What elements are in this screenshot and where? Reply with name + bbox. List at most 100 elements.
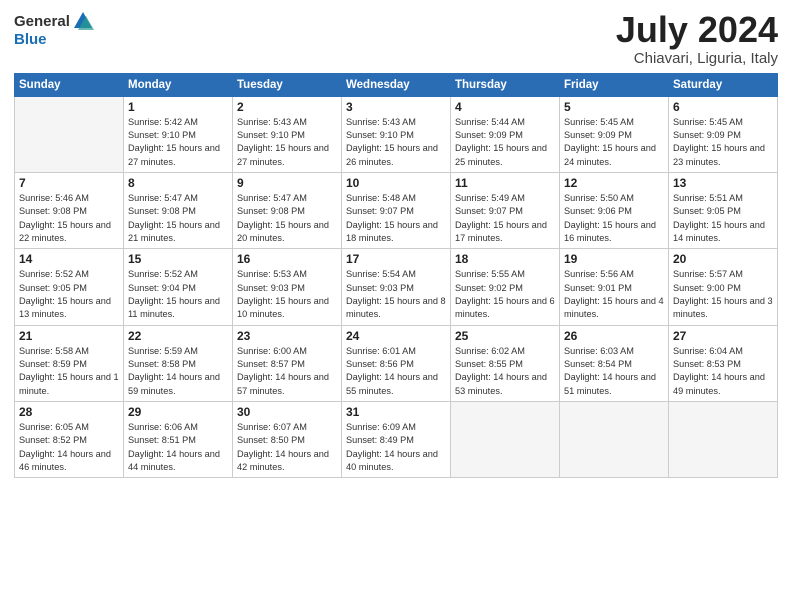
table-row: 8Sunrise: 5:47 AMSunset: 9:08 PMDaylight… (124, 172, 233, 248)
day-number: 13 (673, 176, 773, 190)
day-info: Sunrise: 5:53 AMSunset: 9:03 PMDaylight:… (237, 268, 337, 321)
day-number: 10 (346, 176, 446, 190)
day-info: Sunrise: 6:09 AMSunset: 8:49 PMDaylight:… (346, 421, 446, 474)
day-number: 21 (19, 329, 119, 343)
day-info: Sunrise: 5:59 AMSunset: 8:58 PMDaylight:… (128, 345, 228, 398)
day-number: 5 (564, 100, 664, 114)
location-title: Chiavari, Liguria, Italy (616, 50, 778, 67)
table-row: 9Sunrise: 5:47 AMSunset: 9:08 PMDaylight… (233, 172, 342, 248)
header-saturday: Saturday (669, 73, 778, 96)
day-number: 27 (673, 329, 773, 343)
table-row: 7 Sunrise: 5:46 AMSunset: 9:08 PMDaylight… (15, 172, 124, 248)
table-row: 22 Sunrise: 5:59 AMSunset: 8:58 PMDayligh… (124, 325, 233, 401)
table-row: 26Sunrise: 6:03 AMSunset: 8:54 PMDayligh… (560, 325, 669, 401)
day-info: Sunrise: 5:43 AMSunset: 9:10 PMDaylight:… (237, 116, 337, 169)
table-row: 23Sunrise: 6:00 AMSunset: 8:57 PMDayligh… (233, 325, 342, 401)
day-info: Sunrise: 5:42 AMSunset: 9:10 PMDaylight:… (128, 116, 228, 169)
day-number: 4 (455, 100, 555, 114)
day-info: Sunrise: 6:02 AMSunset: 8:55 PMDaylight:… (455, 345, 555, 398)
day-info: Sunrise: 5:44 AMSunset: 9:09 PMDaylight:… (455, 116, 555, 169)
table-row (451, 402, 560, 478)
header-friday: Friday (560, 73, 669, 96)
day-info: Sunrise: 6:06 AMSunset: 8:51 PMDaylight:… (128, 421, 228, 474)
header-wednesday: Wednesday (342, 73, 451, 96)
table-row: 3 Sunrise: 5:43 AMSunset: 9:10 PMDaylight… (342, 96, 451, 172)
day-number: 3 (346, 100, 446, 114)
day-info: Sunrise: 5:50 AMSunset: 9:06 PMDaylight:… (564, 192, 664, 245)
table-row: 11 Sunrise: 5:49 AMSunset: 9:07 PMDayligh… (451, 172, 560, 248)
table-row (560, 402, 669, 478)
day-number: 15 (128, 252, 228, 266)
table-row: 24 Sunrise: 6:01 AMSunset: 8:56 PMDayligh… (342, 325, 451, 401)
table-row: 18 Sunrise: 5:55 AMSunset: 9:02 PMDayligh… (451, 249, 560, 325)
day-number: 28 (19, 405, 119, 419)
day-info: Sunrise: 5:48 AMSunset: 9:07 PMDaylight:… (346, 192, 446, 245)
day-info: Sunrise: 5:45 AMSunset: 9:09 PMDaylight:… (564, 116, 664, 169)
day-number: 30 (237, 405, 337, 419)
day-info: Sunrise: 5:46 AMSunset: 9:08 PMDaylight:… (19, 192, 119, 245)
day-info: Sunrise: 5:45 AMSunset: 9:09 PMDaylight:… (673, 116, 773, 169)
day-info: Sunrise: 6:05 AMSunset: 8:52 PMDaylight:… (19, 421, 119, 474)
header-thursday: Thursday (451, 73, 560, 96)
day-number: 9 (237, 176, 337, 190)
table-row: 13 Sunrise: 5:51 AMSunset: 9:05 PMDayligh… (669, 172, 778, 248)
day-info: Sunrise: 5:56 AMSunset: 9:01 PMDaylight:… (564, 268, 664, 321)
day-number: 22 (128, 329, 228, 343)
calendar-table: Sunday Monday Tuesday Wednesday Thursday… (14, 73, 778, 479)
calendar-week-row: 14 Sunrise: 5:52 AMSunset: 9:05 PMDayligh… (15, 249, 778, 325)
day-number: 24 (346, 329, 446, 343)
table-row: 28 Sunrise: 6:05 AMSunset: 8:52 PMDayligh… (15, 402, 124, 478)
day-info: Sunrise: 5:49 AMSunset: 9:07 PMDaylight:… (455, 192, 555, 245)
calendar-week-row: 28 Sunrise: 6:05 AMSunset: 8:52 PMDayligh… (15, 402, 778, 478)
day-info: Sunrise: 6:00 AMSunset: 8:57 PMDaylight:… (237, 345, 337, 398)
weekday-header-row: Sunday Monday Tuesday Wednesday Thursday… (15, 73, 778, 96)
day-number: 16 (237, 252, 337, 266)
table-row: 21Sunrise: 5:58 AMSunset: 8:59 PMDayligh… (15, 325, 124, 401)
table-row: 5 Sunrise: 5:45 AMSunset: 9:09 PMDaylight… (560, 96, 669, 172)
day-number: 12 (564, 176, 664, 190)
day-number: 17 (346, 252, 446, 266)
header-tuesday: Tuesday (233, 73, 342, 96)
day-info: Sunrise: 5:57 AMSunset: 9:00 PMDaylight:… (673, 268, 773, 321)
day-info: Sunrise: 6:04 AMSunset: 8:53 PMDaylight:… (673, 345, 773, 398)
day-number: 18 (455, 252, 555, 266)
day-info: Sunrise: 6:01 AMSunset: 8:56 PMDaylight:… (346, 345, 446, 398)
logo-icon (72, 10, 94, 32)
day-number: 1 (128, 100, 228, 114)
day-number: 29 (128, 405, 228, 419)
day-number: 7 (19, 176, 119, 190)
calendar-week-row: 21Sunrise: 5:58 AMSunset: 8:59 PMDayligh… (15, 325, 778, 401)
table-row: 19 Sunrise: 5:56 AMSunset: 9:01 PMDayligh… (560, 249, 669, 325)
day-info: Sunrise: 5:55 AMSunset: 9:02 PMDaylight:… (455, 268, 555, 321)
day-number: 11 (455, 176, 555, 190)
day-number: 19 (564, 252, 664, 266)
table-row: 15 Sunrise: 5:52 AMSunset: 9:04 PMDayligh… (124, 249, 233, 325)
table-row (669, 402, 778, 478)
table-row: 1 Sunrise: 5:42 AMSunset: 9:10 PMDaylight… (124, 96, 233, 172)
logo-general: General (14, 14, 70, 29)
table-row: 12 Sunrise: 5:50 AMSunset: 9:06 PMDayligh… (560, 172, 669, 248)
day-number: 6 (673, 100, 773, 114)
table-row: 10 Sunrise: 5:48 AMSunset: 9:07 PMDayligh… (342, 172, 451, 248)
day-number: 14 (19, 252, 119, 266)
table-row: 6 Sunrise: 5:45 AMSunset: 9:09 PMDaylight… (669, 96, 778, 172)
table-row: 20Sunrise: 5:57 AMSunset: 9:00 PMDayligh… (669, 249, 778, 325)
calendar-week-row: 1 Sunrise: 5:42 AMSunset: 9:10 PMDaylight… (15, 96, 778, 172)
day-info: Sunrise: 5:51 AMSunset: 9:05 PMDaylight:… (673, 192, 773, 245)
table-row: 31Sunrise: 6:09 AMSunset: 8:49 PMDayligh… (342, 402, 451, 478)
day-info: Sunrise: 6:07 AMSunset: 8:50 PMDaylight:… (237, 421, 337, 474)
day-info: Sunrise: 6:03 AMSunset: 8:54 PMDaylight:… (564, 345, 664, 398)
day-info: Sunrise: 5:43 AMSunset: 9:10 PMDaylight:… (346, 116, 446, 169)
day-info: Sunrise: 5:52 AMSunset: 9:04 PMDaylight:… (128, 268, 228, 321)
table-row: 27 Sunrise: 6:04 AMSunset: 8:53 PMDayligh… (669, 325, 778, 401)
header-monday: Monday (124, 73, 233, 96)
day-number: 2 (237, 100, 337, 114)
day-info: Sunrise: 5:52 AMSunset: 9:05 PMDaylight:… (19, 268, 119, 321)
day-info: Sunrise: 5:47 AMSunset: 9:08 PMDaylight:… (128, 192, 228, 245)
table-row: 4 Sunrise: 5:44 AMSunset: 9:09 PMDaylight… (451, 96, 560, 172)
table-row: 2 Sunrise: 5:43 AMSunset: 9:10 PMDaylight… (233, 96, 342, 172)
table-row: 29 Sunrise: 6:06 AMSunset: 8:51 PMDayligh… (124, 402, 233, 478)
table-row: 16 Sunrise: 5:53 AMSunset: 9:03 PMDayligh… (233, 249, 342, 325)
table-row: 14 Sunrise: 5:52 AMSunset: 9:05 PMDayligh… (15, 249, 124, 325)
header: General Blue July 2024 Chiavari, Liguria… (14, 10, 778, 67)
